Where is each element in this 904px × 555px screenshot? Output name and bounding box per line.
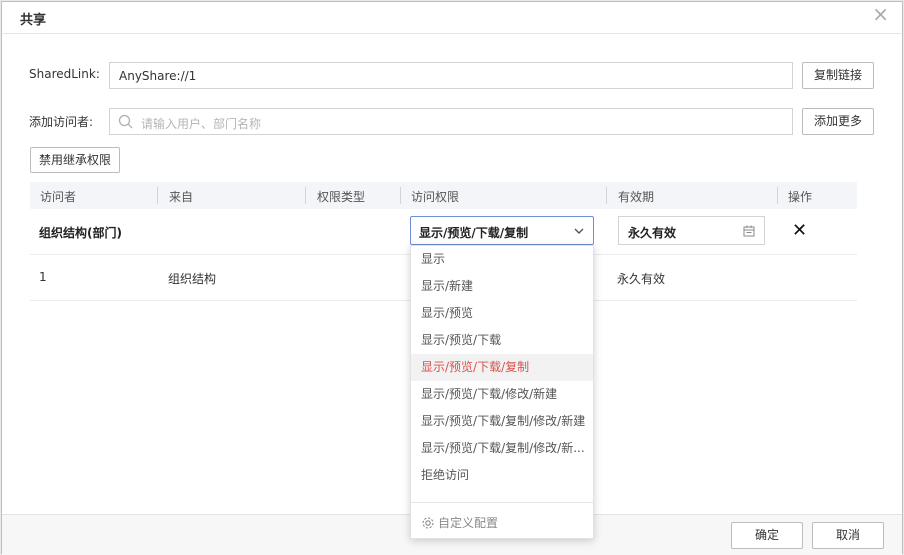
row-expiry: 永久有效	[617, 272, 666, 286]
ok-button[interactable]: 确定	[731, 522, 803, 549]
permission-option[interactable]: 显示/预览/下载/修改/新建	[411, 381, 593, 408]
custom-config-label: 自定义配置	[438, 516, 499, 530]
dialog-titlebar: 共享 ×	[2, 2, 902, 34]
row-visitor: 组织结构(部门)	[39, 226, 122, 240]
row-visitor: 1	[39, 270, 47, 284]
permission-option[interactable]: 显示/预览/下载	[411, 327, 593, 354]
permission-select-value: 显示/预览/下载/复制	[419, 226, 529, 240]
copy-link-button[interactable]: 复制链接	[802, 62, 874, 89]
permission-option[interactable]: 显示/新建	[411, 273, 593, 300]
close-icon[interactable]: ×	[872, 3, 889, 25]
dialog-title: 共享	[20, 13, 47, 28]
chevron-down-icon	[573, 225, 585, 240]
shared-link-value: AnyShare://1	[119, 69, 197, 83]
permission-option[interactable]: 显示/预览	[411, 300, 593, 327]
visitor-search-input[interactable]: 请输入用户、部门名称	[109, 108, 793, 135]
header-divider	[157, 187, 158, 204]
permission-option[interactable]: 显示	[411, 246, 593, 273]
shared-link-field[interactable]: AnyShare://1	[109, 62, 793, 89]
permission-option-selected[interactable]: 显示/预览/下载/复制	[411, 354, 593, 381]
add-more-button[interactable]: 添加更多	[802, 108, 874, 135]
visitor-search-placeholder: 请输入用户、部门名称	[141, 117, 262, 131]
header-access-permission: 访问权限	[411, 190, 460, 204]
disable-inherit-button[interactable]: 禁用继承权限	[30, 147, 120, 173]
permission-select[interactable]: 显示/预览/下载/复制	[410, 216, 594, 245]
search-icon	[118, 114, 134, 133]
add-visitor-label: 添加访问者:	[29, 115, 94, 129]
table-header: 访问者 来自 权限类型 访问权限 有效期 操作	[30, 182, 857, 209]
header-divider	[777, 187, 778, 204]
expiry-date-picker[interactable]: 永久有效	[618, 216, 765, 245]
header-divider	[305, 187, 306, 204]
header-expiry: 有效期	[618, 190, 655, 204]
permission-option[interactable]: 显示/预览/下载/复制/修改/新建	[411, 408, 593, 435]
share-dialog: 共享 × SharedLink: AnyShare://1 复制链接 添加访问者…	[1, 1, 903, 555]
calendar-icon	[743, 225, 755, 240]
row-from: 组织结构	[168, 272, 217, 286]
dropdown-divider	[411, 502, 593, 503]
header-permission-type: 权限类型	[317, 190, 366, 204]
permission-dropdown: 显示 显示/新建 显示/预览 显示/预览/下载 显示/预览/下载/复制 显示/预…	[410, 245, 594, 539]
expiry-value: 永久有效	[628, 226, 677, 240]
header-visitor: 访问者	[40, 190, 77, 204]
header-action: 操作	[788, 190, 813, 204]
gear-icon	[421, 516, 438, 530]
header-divider	[606, 187, 607, 204]
shared-link-label: SharedLink:	[29, 67, 100, 81]
header-from: 来自	[169, 190, 194, 204]
permission-option[interactable]: 显示/预览/下载/复制/修改/新...	[411, 435, 593, 462]
delete-row-icon[interactable]: ✕	[792, 221, 807, 241]
cancel-button[interactable]: 取消	[812, 522, 884, 549]
permission-option[interactable]: 拒绝访问	[411, 462, 593, 489]
custom-config-button[interactable]: 自定义配置	[421, 514, 498, 531]
header-divider	[400, 187, 401, 204]
